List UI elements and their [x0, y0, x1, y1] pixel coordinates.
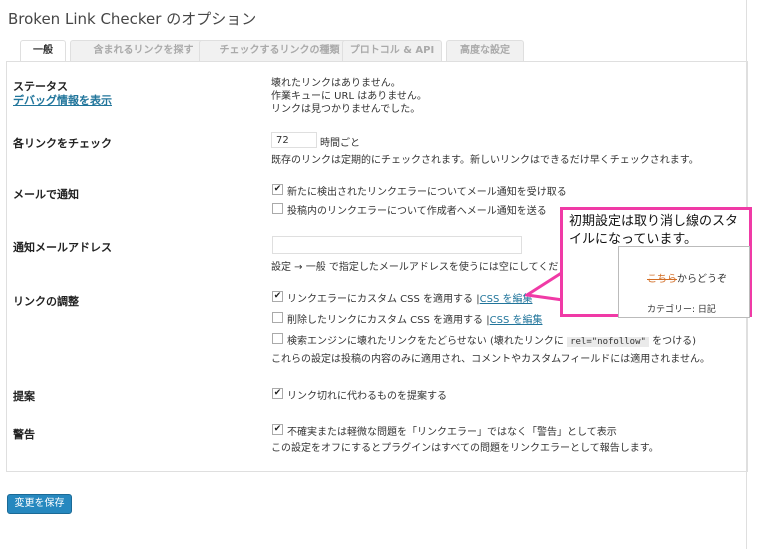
page-title: Broken Link Checker のオプション: [8, 10, 257, 28]
check-interval-unit: 時間ごと: [320, 138, 360, 149]
debug-info-link[interactable]: デバッグ情報を表示: [13, 92, 112, 108]
nofollow-option-suffix: をつける): [652, 336, 697, 347]
custom-css-option: リンクエラーにカスタム CSS を適用する |CSS を編集: [287, 290, 532, 305]
tab-find-links[interactable]: 含まれるリンクを探す: [70, 40, 217, 61]
check-interval-label: 各リンクをチェック: [13, 137, 112, 150]
custom-css-checkbox[interactable]: ✔: [272, 291, 283, 302]
warning-note: この設定をオフにするとプラグインはすべての問題をリンクエラーとして報告します。: [271, 443, 659, 454]
suggest-label: 提案: [13, 390, 35, 403]
callout-text: 初期設定は取り消し線のスタイルになっています。: [569, 214, 739, 247]
removed-css-option-text: 削除したリンクにカスタム CSS を適用する: [287, 315, 484, 326]
nofollow-option: 検索エンジンに壊れたリンクをたどらせない (壊れたリンクに rel="nofol…: [287, 332, 696, 347]
preview-strikethrough-link: こちら: [647, 274, 677, 285]
warning-label: 警告: [13, 428, 35, 441]
nofollow-code: rel="nofollow": [567, 337, 649, 347]
notify-email-label: 通知メールアドレス: [13, 241, 112, 254]
warning-option: 不確実または軽微な問題を「リンクエラー」ではなく「警告」として表示: [287, 427, 617, 438]
email-notify-checkbox-2[interactable]: [272, 203, 283, 214]
nofollow-checkbox[interactable]: [272, 333, 283, 344]
email-notify-checkbox-1[interactable]: ✔: [272, 184, 283, 195]
check-interval-note: 既存のリンクは定期的にチェックされます。新しいリンクはできるだけ早くチェックされ…: [271, 155, 699, 166]
custom-css-option-text: リンクエラーにカスタム CSS を適用する: [287, 294, 474, 305]
callout-arrow: [525, 270, 565, 302]
preview-link-rest: からどうぞ: [677, 274, 727, 285]
annotation-callout: 初期設定は取り消し線のスタイルになっています。 こちらからどうぞ カテゴリー: …: [560, 207, 752, 318]
tab-protocols-api[interactable]: プロトコル & API: [342, 40, 442, 61]
removed-css-checkbox[interactable]: [272, 312, 283, 323]
status-line-3: リンクは見つかりませんでした。: [271, 104, 421, 115]
email-notify-option-2: 投稿内のリンクエラーについて作成者へメール通知を送る: [287, 206, 547, 217]
save-changes-button[interactable]: 変更を保存: [7, 494, 72, 514]
check-interval-input[interactable]: 72: [271, 132, 317, 148]
preview-category: カテゴリー: 日記: [647, 305, 716, 315]
edit-css-link-2[interactable]: CSS を編集: [490, 315, 543, 326]
notify-email-input[interactable]: [272, 236, 522, 254]
link-adjust-label: リンクの調整: [13, 295, 79, 308]
nofollow-option-text: 検索エンジンに壊れたリンクをたどらせない (壊れたリンクに: [287, 336, 564, 347]
email-notify-label: メールで通知: [13, 188, 79, 201]
suggest-checkbox[interactable]: ✔: [272, 388, 283, 399]
tab-general[interactable]: 一般: [20, 40, 66, 62]
suggest-option: リンク切れに代わるものを提案する: [287, 391, 447, 402]
email-notify-option-1: 新たに検出されたリンクエラーについてメール通知を受け取る: [287, 187, 567, 198]
tab-advanced[interactable]: 高度な設定: [446, 40, 524, 61]
warning-checkbox[interactable]: ✔: [272, 424, 283, 435]
removed-css-option: 削除したリンクにカスタム CSS を適用する |CSS を編集: [287, 311, 542, 326]
callout-preview: こちらからどうぞ カテゴリー: 日記: [618, 246, 750, 318]
preview-link-line: こちらからどうぞ: [647, 270, 727, 285]
link-adjust-note: これらの設定は投稿の内容のみに適用され、コメントやカスタムフィールドには適用され…: [271, 354, 710, 365]
tab-link-types[interactable]: チェックするリンクの種類: [199, 40, 360, 61]
